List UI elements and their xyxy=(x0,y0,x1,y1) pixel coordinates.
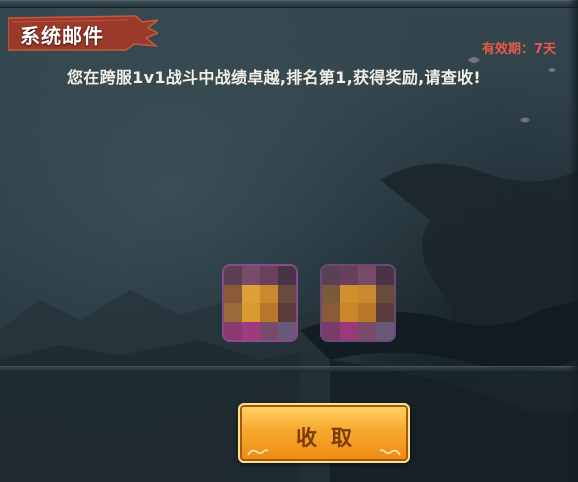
swirl-ornament-icon xyxy=(379,449,401,456)
top-frame-border xyxy=(0,0,578,8)
reward-slot-1[interactable] xyxy=(222,264,298,342)
reward-slot-2[interactable] xyxy=(320,264,396,342)
mail-message: 您在跨服1v1战斗中战绩卓越,排名第1,获得奖励,请查收! xyxy=(66,68,482,87)
swirl-ornament-icon xyxy=(247,449,269,456)
pixelated-item-icon xyxy=(322,266,394,340)
pixelated-item-icon xyxy=(224,266,296,340)
expiry-label: 有效期：7天 xyxy=(481,42,556,57)
right-frame-edge xyxy=(568,0,578,482)
page-title: 系统邮件 xyxy=(20,24,104,48)
claim-button[interactable]: 收取 xyxy=(238,403,410,463)
divider-line xyxy=(0,366,578,372)
